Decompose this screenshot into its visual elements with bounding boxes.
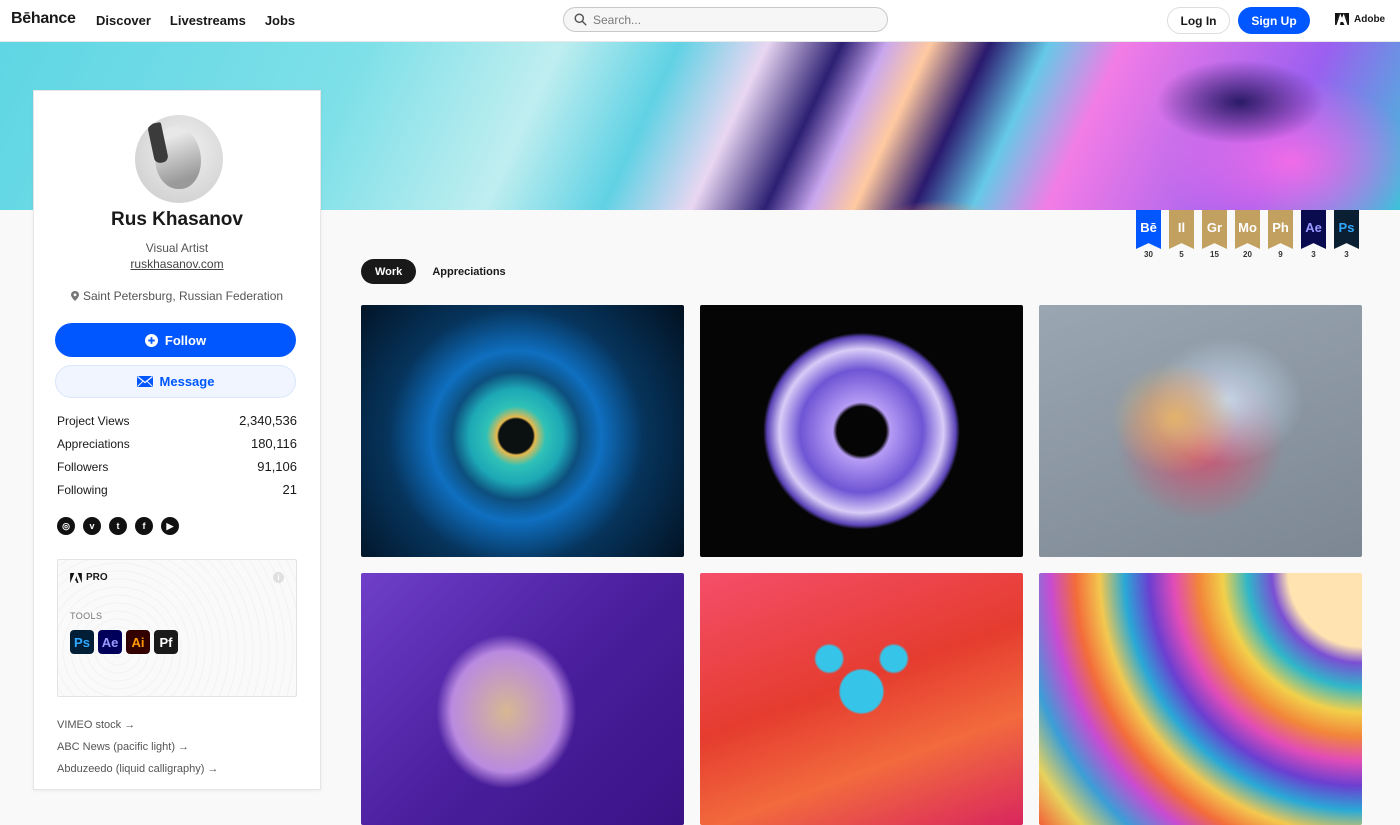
badge-ribbon: Ph bbox=[1268, 210, 1293, 249]
project-tile[interactable] bbox=[700, 305, 1023, 557]
pro-header: PRO bbox=[70, 572, 108, 583]
main-nav: Discover Livestreams Jobs bbox=[96, 13, 295, 28]
badge-graphic-design[interactable]: Gr 15 bbox=[1202, 210, 1227, 259]
behance-logo[interactable]: Bēhance bbox=[11, 10, 76, 28]
adobe-logo-icon bbox=[1335, 13, 1349, 25]
search-input[interactable] bbox=[593, 12, 873, 27]
tools-list: Ps Ae Ai Pf bbox=[70, 630, 178, 654]
project-tile[interactable] bbox=[1039, 573, 1362, 825]
badge-count: 3 bbox=[1344, 250, 1349, 259]
stat-label: Appreciations bbox=[57, 436, 130, 451]
badge-ribbon: Gr bbox=[1202, 210, 1227, 249]
top-navigation-bar: Bēhance Discover Livestreams Jobs Log In… bbox=[0, 0, 1400, 42]
message-button[interactable]: Message bbox=[55, 365, 296, 398]
location-text: Saint Petersburg, Russian Federation bbox=[82, 289, 284, 303]
info-icon[interactable]: i bbox=[273, 572, 284, 583]
badge-ribbon: Bē bbox=[1136, 210, 1161, 249]
stat-followers[interactable]: Followers 91,106 bbox=[57, 455, 297, 478]
adobe-pro-panel: PRO i TOOLS Ps Ae Ai Pf bbox=[57, 559, 297, 697]
badge-count: 20 bbox=[1243, 250, 1252, 259]
social-links: ◎ v t f ▶ bbox=[57, 517, 179, 535]
stat-label: Followers bbox=[57, 459, 109, 474]
message-label: Message bbox=[159, 374, 215, 389]
project-tile[interactable] bbox=[700, 573, 1023, 825]
location-pin-icon bbox=[70, 291, 79, 301]
project-tile[interactable] bbox=[361, 305, 684, 557]
photoshop-icon: Ps bbox=[70, 630, 94, 654]
tab-appreciations[interactable]: Appreciations bbox=[432, 266, 505, 278]
badge-photography[interactable]: Ph 9 bbox=[1268, 210, 1293, 259]
profile-stats: Project Views 2,340,536 Appreciations 180,… bbox=[57, 409, 297, 501]
adobe-label: Adobe bbox=[1354, 13, 1386, 25]
badge-count: 5 bbox=[1179, 250, 1184, 259]
link-abc-news[interactable]: ABC News (pacific light) → bbox=[57, 741, 218, 763]
project-grid bbox=[361, 305, 1362, 825]
after-effects-icon: Ae bbox=[98, 630, 122, 654]
vimeo-icon[interactable]: v bbox=[83, 517, 101, 535]
badge-behance[interactable]: Bē 30 bbox=[1136, 210, 1161, 259]
project-tile[interactable] bbox=[361, 573, 684, 825]
stat-value: 2,340,536 bbox=[239, 413, 297, 428]
badges-row: Bē 30 Il 5 Gr 15 Mo 20 Ph 9 Ae 3 Ps 3 bbox=[1136, 210, 1359, 259]
instagram-icon[interactable]: ◎ bbox=[57, 517, 75, 535]
badge-motion[interactable]: Mo 20 bbox=[1235, 210, 1260, 259]
badge-ribbon: Il bbox=[1169, 210, 1194, 249]
profile-location: Saint Petersburg, Russian Federation bbox=[34, 289, 320, 303]
plus-circle-icon bbox=[144, 333, 158, 347]
link-vimeo-stock[interactable]: VIMEO stock → bbox=[57, 719, 218, 741]
youtube-icon[interactable]: ▶ bbox=[161, 517, 179, 535]
external-links: VIMEO stock → ABC News (pacific light) →… bbox=[57, 719, 218, 785]
project-tile[interactable] bbox=[1039, 305, 1362, 557]
nav-livestreams[interactable]: Livestreams bbox=[170, 13, 246, 28]
search-icon bbox=[574, 13, 587, 26]
tools-label: TOOLS bbox=[70, 611, 103, 621]
tab-work[interactable]: Work bbox=[361, 259, 417, 284]
stat-label: Project Views bbox=[57, 413, 130, 428]
profile-website-link[interactable]: ruskhasanov.com bbox=[34, 257, 320, 271]
profile-name: Rus Khasanov bbox=[111, 209, 243, 230]
link-abduzeedo[interactable]: Abduzeedo (liquid calligraphy) → bbox=[57, 763, 218, 785]
stat-following[interactable]: Following 21 bbox=[57, 478, 297, 501]
stat-project-views: Project Views 2,340,536 bbox=[57, 409, 297, 432]
badge-count: 9 bbox=[1278, 250, 1283, 259]
badge-ribbon: Ps bbox=[1334, 210, 1359, 249]
badge-ribbon: Mo bbox=[1235, 210, 1260, 249]
profile-tabs: Work Appreciations bbox=[361, 259, 506, 284]
avatar bbox=[135, 115, 223, 203]
profile-card: Rus Khasanov Visual Artist ruskhasanov.c… bbox=[33, 90, 321, 790]
adobe-logo-icon bbox=[70, 572, 82, 583]
envelope-icon bbox=[136, 376, 153, 387]
stat-label: Following bbox=[57, 482, 108, 497]
badge-after-effects[interactable]: Ae 3 bbox=[1301, 210, 1326, 259]
nav-discover[interactable]: Discover bbox=[96, 13, 151, 28]
portfolio-icon: Pf bbox=[154, 630, 178, 654]
badge-count: 15 bbox=[1210, 250, 1219, 259]
stat-appreciations: Appreciations 180,116 bbox=[57, 432, 297, 455]
stat-value: 180,116 bbox=[250, 436, 297, 451]
twitter-icon[interactable]: t bbox=[109, 517, 127, 535]
adobe-link[interactable]: Adobe bbox=[1335, 13, 1385, 25]
nav-jobs[interactable]: Jobs bbox=[265, 13, 295, 28]
badge-photoshop[interactable]: Ps 3 bbox=[1334, 210, 1359, 259]
login-button[interactable]: Log In bbox=[1167, 7, 1230, 34]
follow-button[interactable]: Follow bbox=[55, 323, 296, 357]
pro-label: PRO bbox=[86, 572, 108, 583]
badge-illustration[interactable]: Il 5 bbox=[1169, 210, 1194, 259]
signup-button[interactable]: Sign Up bbox=[1238, 7, 1310, 34]
badge-count: 3 bbox=[1311, 250, 1316, 259]
illustrator-icon: Ai bbox=[126, 630, 150, 654]
stat-value: 21 bbox=[282, 482, 297, 497]
facebook-icon[interactable]: f bbox=[135, 517, 153, 535]
profile-occupation: Visual Artist bbox=[145, 241, 209, 255]
search-box[interactable] bbox=[563, 7, 888, 32]
badge-ribbon: Ae bbox=[1301, 210, 1326, 249]
follow-label: Follow bbox=[164, 332, 207, 348]
badge-count: 30 bbox=[1144, 250, 1153, 259]
stat-value: 91,106 bbox=[257, 459, 297, 474]
